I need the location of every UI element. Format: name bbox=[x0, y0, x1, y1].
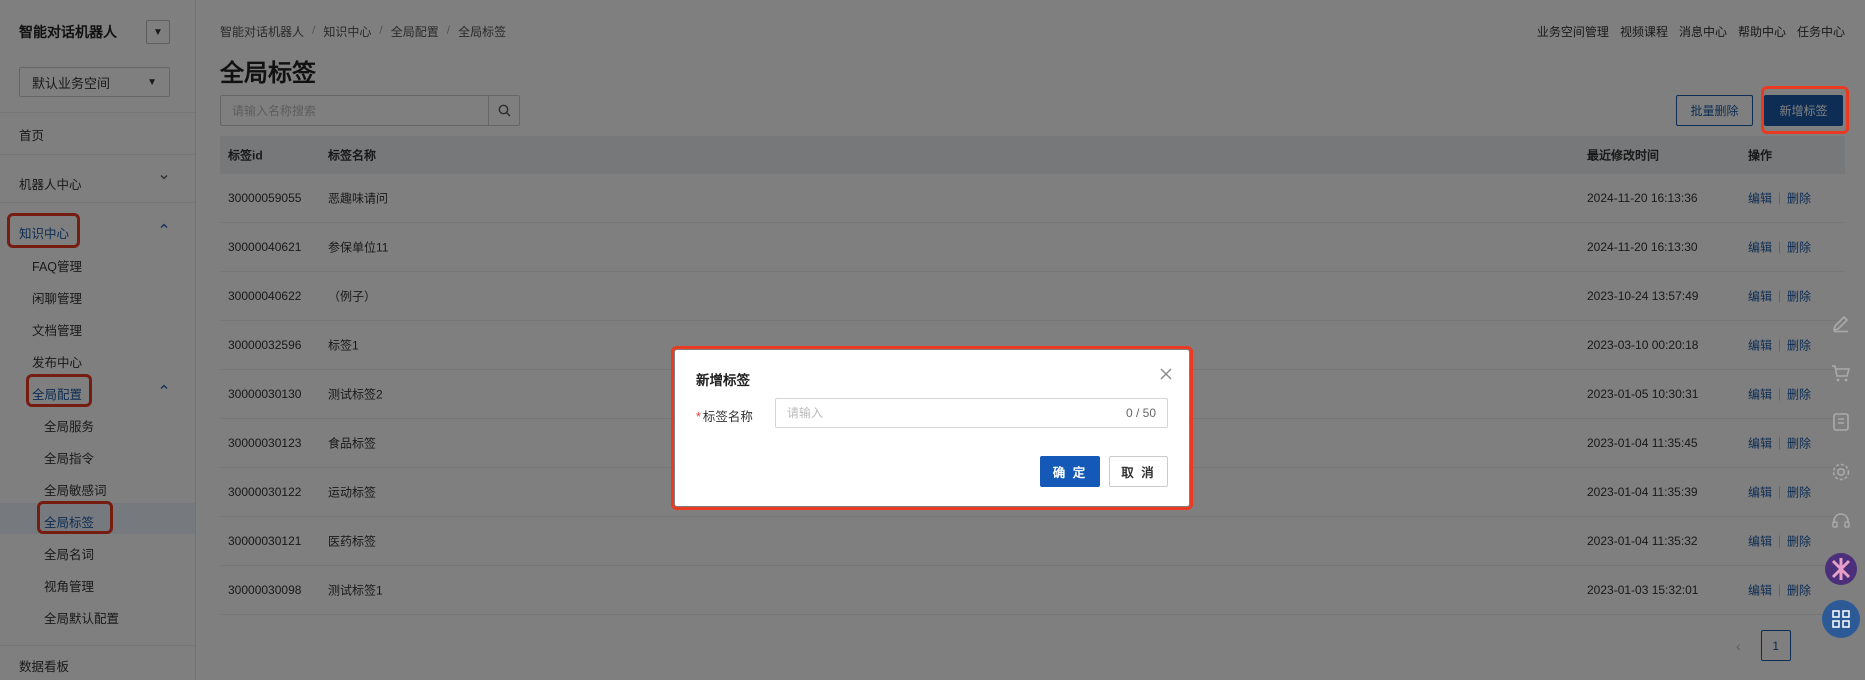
cart-icon[interactable] bbox=[1824, 356, 1858, 390]
tag-name-label-text: 标签名称 bbox=[702, 410, 753, 424]
required-mark: * bbox=[696, 410, 701, 424]
edit-icon[interactable] bbox=[1824, 306, 1858, 340]
dialog-title: 新增标签 bbox=[696, 373, 750, 388]
cancel-button[interactable]: 取 消 bbox=[1109, 456, 1168, 487]
tag-name-label: * 标签名称 bbox=[696, 406, 753, 425]
document-icon[interactable] bbox=[1824, 405, 1858, 439]
headset-icon[interactable] bbox=[1824, 504, 1858, 538]
close-icon[interactable] bbox=[1158, 366, 1174, 382]
app-logo-icon[interactable] bbox=[1824, 552, 1858, 586]
tag-name-field: 0 / 50 bbox=[775, 398, 1168, 428]
confirm-button[interactable]: 确 定 bbox=[1040, 456, 1100, 487]
settings-icon[interactable] bbox=[1824, 455, 1858, 489]
add-tag-dialog: 新增标签 *标签名称 0 / 50 确 定 取 消 bbox=[675, 350, 1189, 506]
char-counter: 0 / 50 bbox=[1125, 406, 1156, 420]
tag-name-input[interactable] bbox=[787, 406, 1126, 420]
modal-overlay[interactable] bbox=[0, 0, 1865, 680]
apps-icon[interactable] bbox=[1822, 600, 1860, 638]
